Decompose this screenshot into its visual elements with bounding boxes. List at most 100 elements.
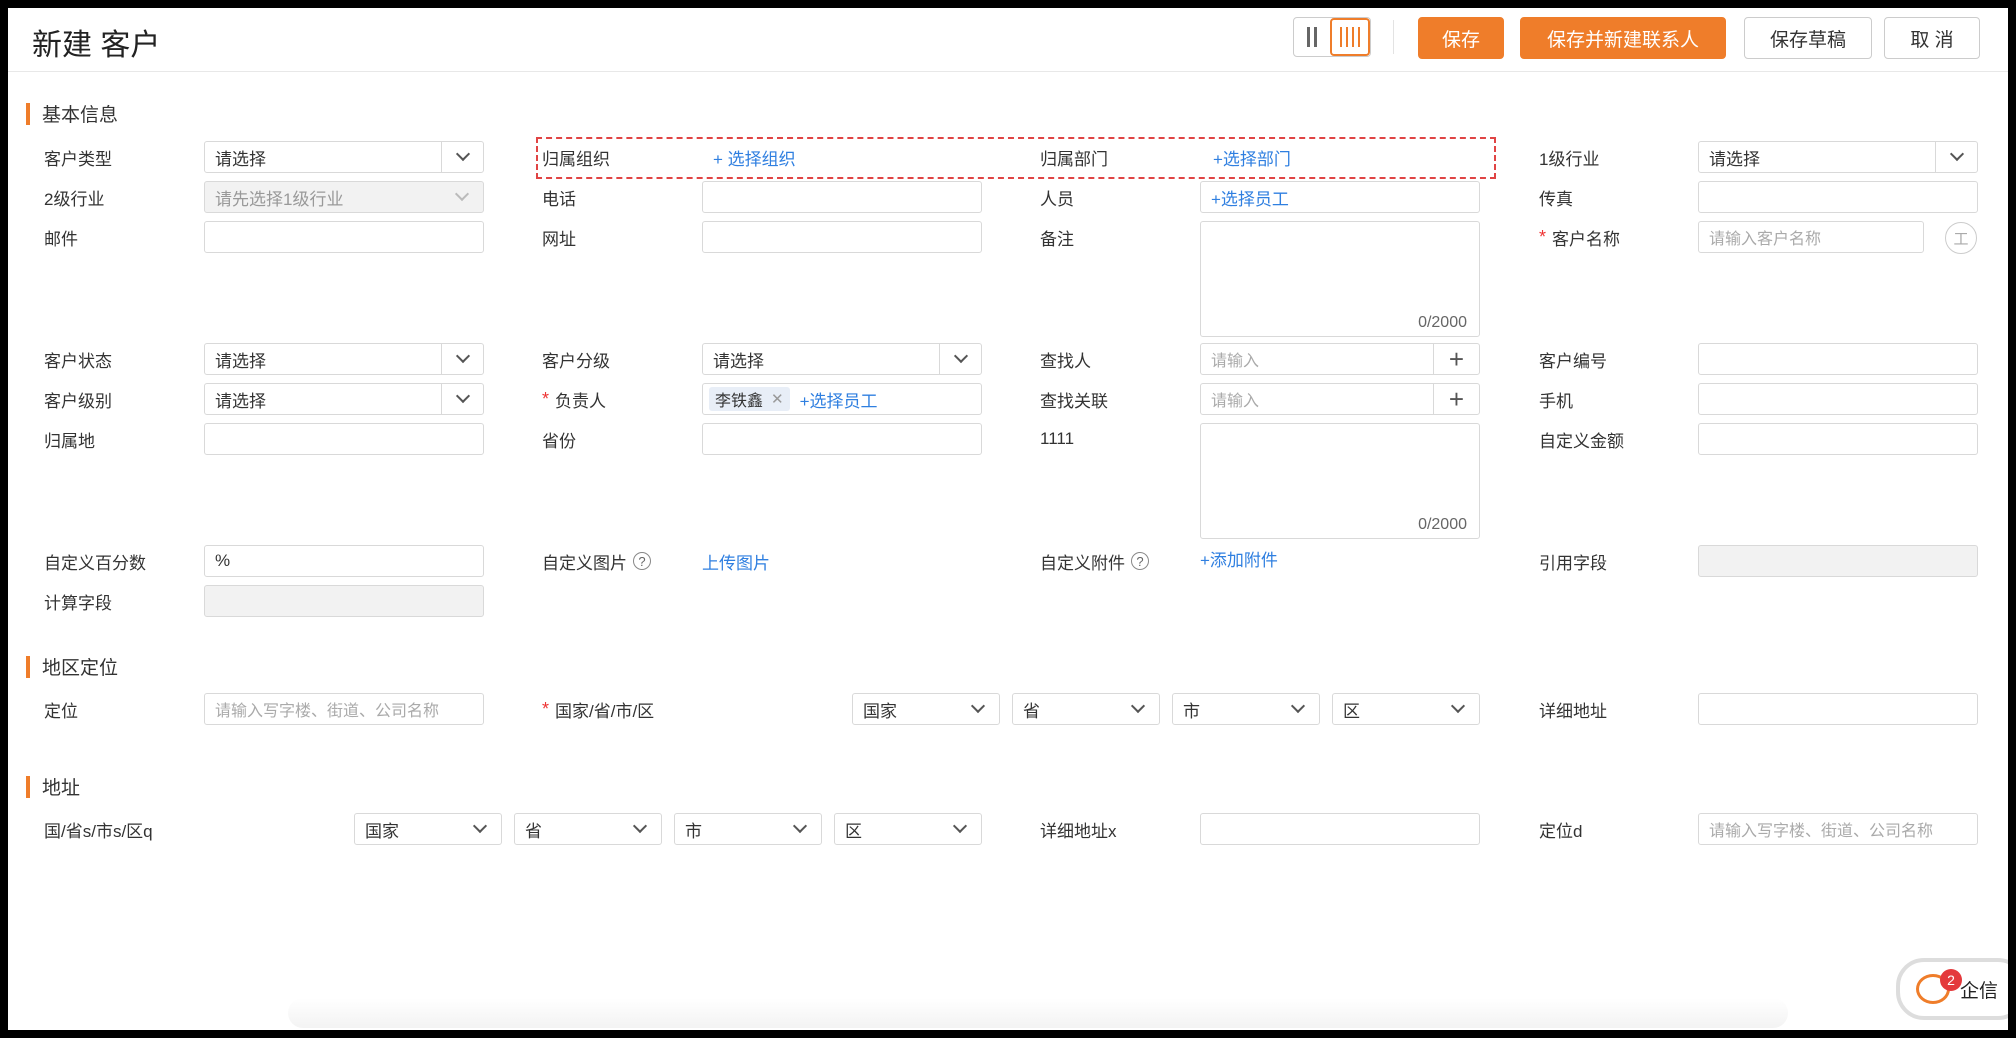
ref-field-input <box>1698 545 1978 577</box>
customer-name-input[interactable]: 请输入客户名称 <box>1698 221 1924 253</box>
locate-input[interactable]: 请输入写字楼、街道、公司名称 <box>204 693 484 725</box>
region-province-select[interactable]: 省 <box>1012 693 1160 725</box>
dept-label: 归属部门 <box>1040 149 1108 169</box>
finder-link-add-button[interactable]: + <box>1433 383 1479 415</box>
address-locate-placeholder: 请输入写字楼、街道、公司名称 <box>1709 823 1934 840</box>
locate-label: 定位 <box>44 701 78 721</box>
address-district-select[interactable]: 区 <box>834 813 982 845</box>
address-detail-label: 详细地址x <box>1040 821 1117 841</box>
customer-grade-label: 客户分级 <box>542 351 610 371</box>
address-district-value: 区 <box>845 821 862 841</box>
region-label: 归属地 <box>44 431 95 451</box>
region-city-select[interactable]: 市 <box>1172 693 1320 725</box>
region-province-value: 省 <box>1023 701 1040 721</box>
detail-address-label: 详细地址 <box>1539 701 1607 721</box>
owner-tag: 李铁鑫 ✕ <box>709 387 790 411</box>
chevron-down-icon <box>1130 698 1146 714</box>
business-lookup-icon[interactable]: 工 <box>1945 222 1977 254</box>
region-district-select[interactable]: 区 <box>1332 693 1480 725</box>
address-province-value: 省 <box>525 821 542 841</box>
owner-field: 李铁鑫 ✕ +选择员工 <box>702 383 982 415</box>
region-country-select[interactable]: 国家 <box>852 693 1000 725</box>
email-input[interactable] <box>204 221 484 253</box>
owner-label: * 负责人 <box>542 383 606 415</box>
region-country-value: 国家 <box>863 701 897 721</box>
chevron-down-icon <box>472 818 488 834</box>
address-detail-input[interactable] <box>1200 813 1480 845</box>
address-province-select[interactable]: 省 <box>514 813 662 845</box>
customer-type-select[interactable]: 请选择 <box>204 141 484 173</box>
custom-amount-input[interactable] <box>1698 423 1978 455</box>
website-input[interactable] <box>702 221 982 253</box>
org-label: 归属组织 <box>542 149 610 169</box>
province-input[interactable] <box>702 423 982 455</box>
save-and-new-contact-button[interactable]: 保存并新建联系人 <box>1520 17 1726 59</box>
chat-unread-badge: 2 <box>1940 969 1962 991</box>
two-column-view-button[interactable] <box>1294 18 1330 56</box>
section-title: 地区定位 <box>42 658 119 679</box>
finder-placeholder: 请输入 <box>1211 353 1260 370</box>
select-org-link[interactable]: + 选择组织 <box>713 141 796 173</box>
chevron-down-icon <box>632 818 648 834</box>
add-attachment-link[interactable]: +添加附件 <box>1200 542 1278 574</box>
customer-level-select[interactable]: 请选择 <box>204 383 484 415</box>
customer-no-label: 客户编号 <box>1539 351 1607 371</box>
chevron-down-icon <box>953 348 968 364</box>
staff-field: +选择员工 <box>1200 181 1480 213</box>
finder-link-label: 查找关联 <box>1040 391 1108 411</box>
page-frame: 新建 客户 保存 保存并新建联系人 保存草稿 取 消 基本信息 客户类型 请选择… <box>8 8 2008 1030</box>
owner-tag-name: 李铁鑫 <box>715 393 764 410</box>
select-staff-link[interactable]: +选择员工 <box>1211 181 1289 213</box>
section-title: 基本信息 <box>42 105 119 126</box>
industry1-label: 1级行业 <box>1539 149 1600 169</box>
fax-input[interactable] <box>1698 181 1978 213</box>
phone-input[interactable] <box>702 181 982 213</box>
region-input[interactable] <box>204 423 484 455</box>
chevron-down-icon <box>455 348 470 364</box>
custom-image-label-text: 自定义图片 <box>542 553 627 573</box>
staff-label: 人员 <box>1040 189 1074 209</box>
chevron-down-icon <box>952 818 968 834</box>
industry1-select[interactable]: 请选择 <box>1698 141 1978 173</box>
customer-grade-select[interactable]: 请选择 <box>702 343 982 375</box>
customer-type-value: 请选择 <box>215 149 266 169</box>
custom-percent-label: 自定义百分数 <box>44 553 146 573</box>
chevron-down-icon <box>792 818 808 834</box>
email-label: 邮件 <box>44 229 78 249</box>
address-country-select[interactable]: 国家 <box>354 813 502 845</box>
upload-image-link[interactable]: 上传图片 <box>702 545 770 577</box>
address-city-select[interactable]: 市 <box>674 813 822 845</box>
industry2-label: 2级行业 <box>44 189 105 209</box>
calc-field-input <box>204 585 484 617</box>
section-region: 地区定位 <box>26 653 118 680</box>
chat-label: 企信 <box>1960 980 1999 1002</box>
select-dept-link[interactable]: +选择部门 <box>1213 141 1291 173</box>
calc-field-label: 计算字段 <box>44 593 112 613</box>
chevron-down-icon <box>1290 698 1306 714</box>
customer-no-input[interactable] <box>1698 343 1978 375</box>
finder-add-button[interactable]: + <box>1433 343 1479 375</box>
remark-label: 备注 <box>1040 229 1074 249</box>
remove-tag-icon[interactable]: ✕ <box>771 390 784 408</box>
industry2-value: 请先选择1级行业 <box>215 189 344 209</box>
customer-status-label: 客户状态 <box>44 351 112 371</box>
detail-address-input[interactable] <box>1698 693 1978 725</box>
custom-image-label: 自定义图片? <box>542 545 651 577</box>
field-1111-textarea[interactable]: 0/2000 <box>1200 423 1480 539</box>
country-province-label-text: 国家/省/市/区 <box>555 701 655 721</box>
save-button[interactable]: 保存 <box>1418 17 1504 59</box>
help-icon[interactable]: ? <box>1131 552 1149 570</box>
custom-percent-input[interactable]: % <box>204 545 484 577</box>
address-locate-input[interactable]: 请输入写字楼、街道、公司名称 <box>1698 813 1978 845</box>
select-owner-link[interactable]: +选择员工 <box>800 383 878 415</box>
mobile-input[interactable] <box>1698 383 1978 415</box>
cancel-button[interactable]: 取 消 <box>1884 17 1980 59</box>
address-city-value: 市 <box>685 821 702 841</box>
help-icon[interactable]: ? <box>633 552 651 570</box>
remark-textarea[interactable]: 0/2000 <box>1200 221 1480 337</box>
save-draft-button[interactable]: 保存草稿 <box>1744 17 1872 59</box>
customer-status-value: 请选择 <box>215 351 266 371</box>
customer-status-select[interactable]: 请选择 <box>204 343 484 375</box>
four-column-view-button[interactable] <box>1330 18 1370 56</box>
locate-placeholder: 请输入写字楼、街道、公司名称 <box>215 703 440 720</box>
